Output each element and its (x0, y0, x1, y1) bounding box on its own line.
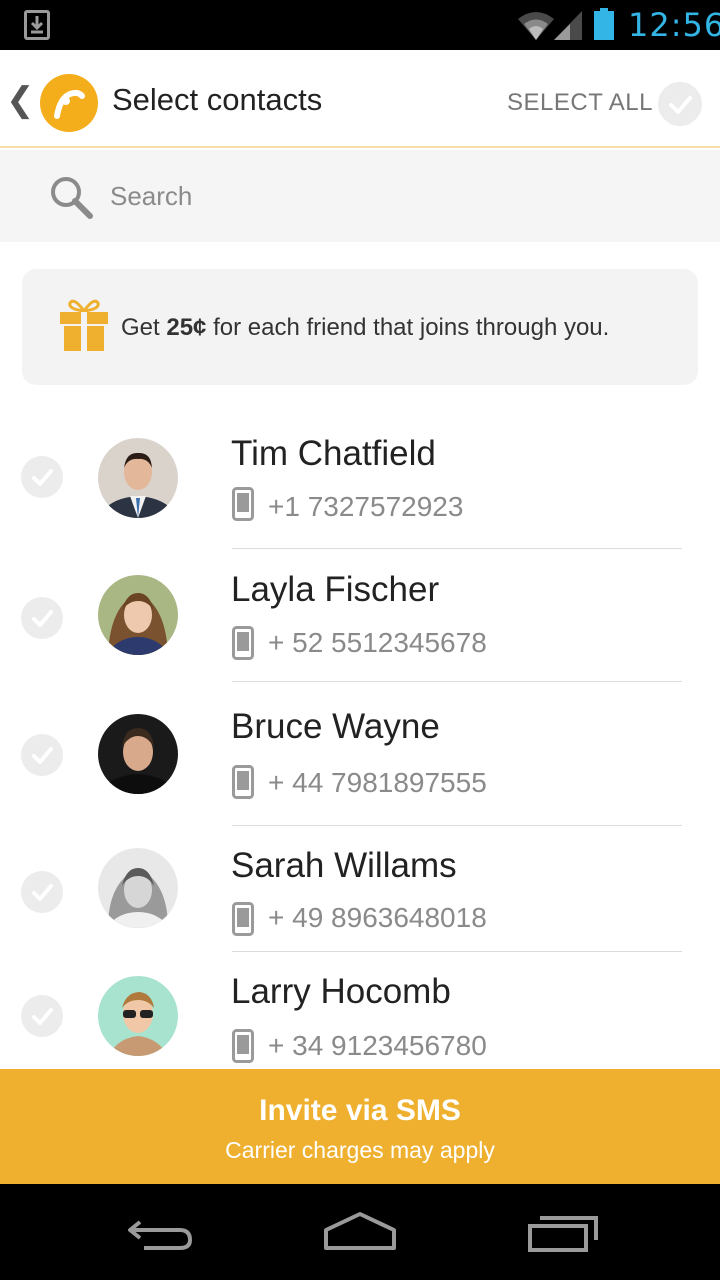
page-title: Select contacts (112, 82, 323, 117)
wifi-icon (518, 12, 554, 40)
referral-promo: Get 25¢ for each friend that joins throu… (22, 269, 698, 385)
contact-row[interactable]: Sarah Willams + 49 8963648018 (0, 826, 720, 952)
checkmark-icon (32, 610, 53, 627)
select-all-checkbox[interactable] (658, 82, 702, 126)
search-icon (51, 177, 93, 219)
mobile-phone-icon (232, 626, 254, 660)
contact-row[interactable]: Layla Fischer + 52 5512345678 (0, 549, 720, 682)
contact-checkbox[interactable] (21, 995, 63, 1037)
search-input[interactable] (110, 176, 670, 216)
contact-name: Bruce Wayne (231, 707, 440, 746)
signal-icon (554, 11, 582, 40)
contact-row[interactable]: Larry Hocomb + 34 9123456780 (0, 952, 720, 1069)
status-time: 12:56 (628, 6, 720, 44)
avatar (98, 575, 178, 655)
checkmark-icon (32, 884, 53, 901)
checkmark-icon (669, 96, 692, 114)
invite-title: Invite via SMS (259, 1094, 461, 1127)
select-all-button[interactable]: SELECT ALL (507, 88, 653, 118)
contact-checkbox[interactable] (21, 734, 63, 776)
checkmark-icon (32, 469, 53, 486)
system-nav-bar (0, 1184, 720, 1280)
mobile-phone-icon (232, 902, 254, 936)
back-icon[interactable] (124, 1210, 196, 1254)
contact-phone: + 44 7981897555 (268, 767, 487, 798)
checkmark-icon (32, 1008, 53, 1025)
contact-name: Layla Fischer (231, 570, 440, 609)
gift-icon (60, 299, 108, 351)
contact-name: Larry Hocomb (231, 972, 451, 1011)
contact-name: Sarah Willams (231, 846, 457, 885)
battery-icon (594, 8, 614, 40)
download-icon (24, 10, 50, 40)
contact-checkbox[interactable] (21, 597, 63, 639)
contact-checkbox[interactable] (21, 456, 63, 498)
status-bar: 12:56 (0, 0, 720, 50)
promo-text: Get 25¢ for each friend that joins throu… (121, 314, 610, 341)
contact-phone: + 49 8963648018 (268, 902, 487, 933)
checkmark-icon (32, 747, 53, 764)
back-chevron-icon[interactable]: ❮ (6, 80, 35, 120)
search-bar (0, 150, 720, 242)
contact-phone: + 52 5512345678 (268, 627, 487, 658)
contact-name: Tim Chatfield (231, 434, 436, 473)
avatar (98, 438, 178, 518)
recent-apps-icon[interactable] (526, 1210, 600, 1254)
action-bar: ❮ Select contacts SELECT ALL (0, 50, 720, 148)
avatar (98, 848, 178, 928)
mobile-phone-icon (232, 1029, 254, 1063)
app-logo-icon (40, 74, 98, 132)
contact-phone: +1 7327572923 (268, 491, 464, 522)
invite-via-sms-button[interactable]: Invite via SMS Carrier charges may apply (0, 1069, 720, 1184)
contact-phone: + 34 9123456780 (268, 1030, 487, 1061)
mobile-phone-icon (232, 765, 254, 799)
mobile-phone-icon (232, 487, 254, 521)
avatar (98, 976, 178, 1056)
contact-row[interactable]: Bruce Wayne + 44 7981897555 (0, 682, 720, 826)
contact-row[interactable]: Tim Chatfield +1 7327572923 (0, 425, 720, 549)
contact-checkbox[interactable] (21, 871, 63, 913)
home-icon[interactable] (322, 1210, 398, 1254)
invite-subtitle: Carrier charges may apply (225, 1137, 495, 1163)
avatar (98, 714, 178, 794)
